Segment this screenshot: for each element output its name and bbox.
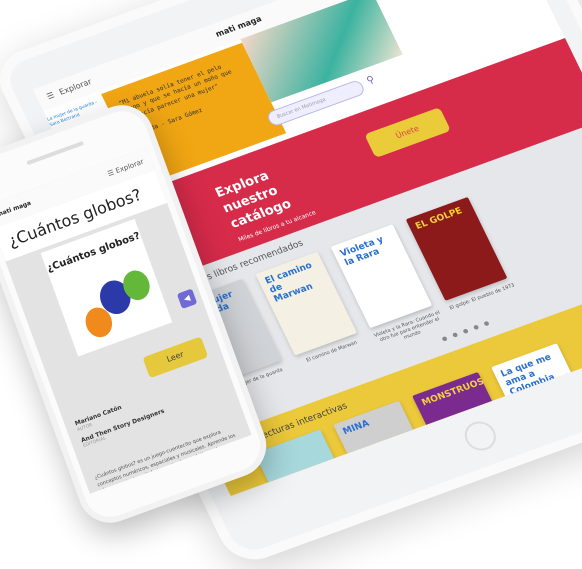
book-caption[interactable]: Violeta y la Rara: Cuando el otro fue pa… bbox=[373, 310, 447, 350]
book-card[interactable]: MINA bbox=[333, 400, 435, 496]
search-icon[interactable]: ⚲ bbox=[365, 74, 377, 86]
book-cover-title: El camino de Marwan bbox=[263, 260, 315, 305]
book-cover-title: MONSTRUOS bbox=[420, 377, 487, 409]
book-meta: Mariano Catón AUTOR And Then Story Design… bbox=[74, 391, 169, 454]
home-button[interactable] bbox=[459, 417, 502, 455]
audio-icon[interactable]: ◀ bbox=[176, 288, 198, 310]
join-button[interactable]: Únete bbox=[364, 107, 451, 159]
book-card[interactable]: MONSTRUOS bbox=[412, 371, 514, 469]
book-caption[interactable]: El golpe: El pueblo de 1973 bbox=[448, 282, 516, 312]
phone-speaker bbox=[26, 140, 85, 166]
book-cover-title: Violeta y la Rara bbox=[338, 234, 386, 269]
book-cover-title: La que me ama a Colombia bbox=[499, 352, 557, 398]
book-cover-title: MINA bbox=[341, 418, 372, 438]
menu-icon[interactable]: ☰ bbox=[45, 90, 56, 101]
read-button[interactable]: Leer bbox=[142, 336, 209, 379]
banner-title: Explora nuestro catálogo bbox=[213, 168, 294, 232]
book-cover-title: EL GOLPE bbox=[414, 206, 465, 232]
book-caption[interactable]: El camino de Marwan bbox=[298, 337, 366, 366]
explore-menu[interactable]: Explorar bbox=[57, 77, 92, 97]
book-card[interactable]: La que me ama a Colombia bbox=[491, 343, 582, 440]
